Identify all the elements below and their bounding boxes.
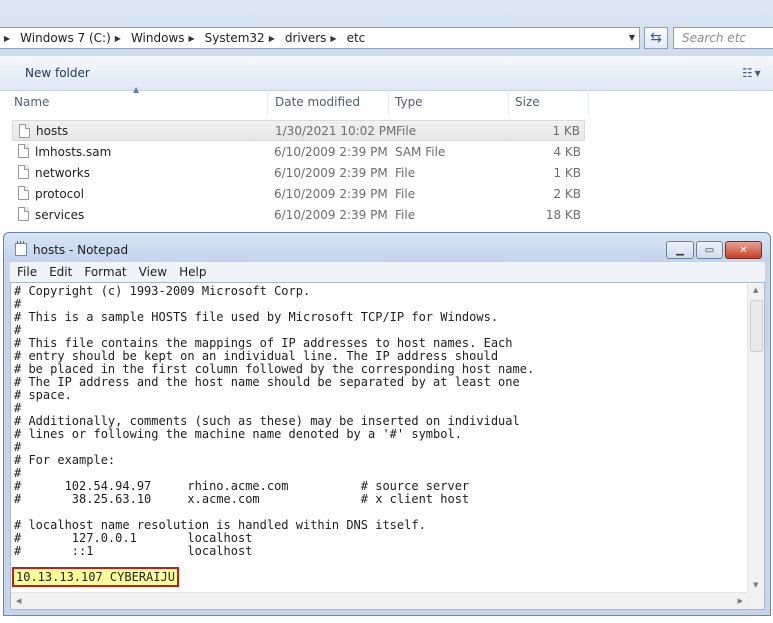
explorer-window: ▶ Windows 7 (C:) ▶ Windows ▶ System32 ▶ dri… bbox=[0, 0, 773, 232]
menu-edit[interactable]: Edit bbox=[43, 265, 78, 279]
breadcrumb-drivers[interactable]: drivers ▶ bbox=[281, 31, 343, 45]
menu-bar: File Edit Format View Help bbox=[10, 262, 765, 282]
file-date: 6/10/2009 2:39 PM bbox=[274, 165, 388, 180]
breadcrumb-chevron-icon[interactable]: ▶ bbox=[185, 34, 201, 43]
text-editor[interactable]: # Copyright (c) 1993-2009 Microsoft Corp… bbox=[10, 282, 765, 610]
notepad-icon bbox=[15, 241, 27, 256]
breadcrumb-windows[interactable]: Windows ▶ bbox=[127, 31, 201, 45]
column-type[interactable]: Type bbox=[389, 90, 509, 114]
column-headers: Name ▲ Date modified Type Size bbox=[0, 85, 773, 114]
scroll-right-icon[interactable]: ▶ bbox=[738, 597, 743, 605]
scroll-down-icon[interactable]: ▼ bbox=[753, 581, 758, 589]
scroll-left-icon[interactable]: ◀ bbox=[16, 597, 21, 605]
minimize-button[interactable]: ▁ bbox=[666, 241, 694, 259]
file-row-services[interactable]: services 6/10/2009 2:39 PM File 18 KB bbox=[12, 204, 585, 225]
scrollbar-corner bbox=[747, 592, 764, 609]
file-name: hosts bbox=[36, 123, 69, 138]
file-icon bbox=[18, 186, 29, 200]
scroll-up-icon[interactable]: ▲ bbox=[753, 286, 758, 294]
file-type: File bbox=[395, 207, 416, 222]
column-name-label: Name bbox=[14, 95, 50, 109]
file-icon bbox=[19, 124, 30, 138]
search-input[interactable]: Search etc bbox=[673, 27, 773, 49]
breadcrumb-chevron-icon[interactable]: ▶ bbox=[265, 34, 281, 43]
column-size[interactable]: Size bbox=[509, 90, 589, 114]
close-button[interactable]: ✕ bbox=[725, 241, 762, 259]
views-icon[interactable]: ☷ ▾ bbox=[742, 66, 761, 80]
file-type: File bbox=[395, 186, 416, 201]
highlighted-host-entry[interactable]: 10.13.13.107 CYBERAIJU bbox=[12, 567, 179, 587]
sort-ascending-icon: ▲ bbox=[133, 85, 140, 94]
close-icon: ✕ bbox=[739, 244, 748, 256]
file-size: 1 KB bbox=[553, 165, 581, 180]
file-row-networks[interactable]: networks 6/10/2009 2:39 PM File 1 KB bbox=[12, 162, 585, 183]
breadcrumb-windows-label[interactable]: Windows bbox=[131, 31, 185, 45]
breadcrumb-drive[interactable]: Windows 7 (C:) ▶ bbox=[16, 31, 127, 45]
breadcrumb-system32[interactable]: System32 ▶ bbox=[201, 31, 281, 45]
notepad-titlebar[interactable]: hosts - Notepad ▁ ▭ ✕ bbox=[4, 233, 770, 261]
horizontal-scrollbar[interactable]: ◀ ▶ bbox=[11, 592, 748, 609]
breadcrumb-system32-label[interactable]: System32 bbox=[205, 31, 265, 45]
menu-view[interactable]: View bbox=[133, 265, 173, 279]
menu-file[interactable]: File bbox=[10, 265, 43, 279]
file-type: File bbox=[395, 165, 416, 180]
refresh-icon: ⇆ bbox=[650, 30, 662, 46]
file-date: 1/30/2021 10:02 PM bbox=[275, 123, 397, 138]
column-date[interactable]: Date modified bbox=[269, 90, 389, 114]
file-name: lmhosts.sam bbox=[35, 144, 112, 159]
file-size: 4 KB bbox=[553, 144, 581, 159]
file-name: networks bbox=[35, 165, 90, 180]
file-size: 2 KB bbox=[553, 186, 581, 201]
chevron-down-icon[interactable]: ▼ bbox=[629, 33, 635, 42]
file-size: 1 KB bbox=[552, 123, 580, 138]
breadcrumb-etc-label[interactable]: etc bbox=[347, 31, 366, 45]
breadcrumb-chevron-icon[interactable]: ▶ bbox=[326, 34, 342, 43]
column-date-label: Date modified bbox=[275, 95, 361, 109]
file-type: File bbox=[396, 123, 417, 138]
minimize-icon: ▁ bbox=[676, 244, 684, 256]
file-name: services bbox=[35, 207, 85, 222]
breadcrumb-chevron-icon[interactable]: ▶ bbox=[111, 34, 127, 43]
file-date: 6/10/2009 2:39 PM bbox=[274, 207, 388, 222]
file-row-hosts[interactable]: hosts 1/30/2021 10:02 PM File 1 KB bbox=[12, 120, 585, 141]
file-date: 6/10/2009 2:39 PM bbox=[274, 186, 388, 201]
file-icon bbox=[18, 144, 29, 158]
breadcrumb-drive-label[interactable]: Windows 7 (C:) bbox=[20, 31, 111, 45]
address-bar[interactable]: ▶ Windows 7 (C:) ▶ Windows ▶ System32 ▶ dri… bbox=[0, 27, 640, 49]
window-title: hosts - Notepad bbox=[33, 243, 129, 257]
file-icon bbox=[18, 207, 29, 221]
maximize-button[interactable]: ▭ bbox=[696, 241, 723, 259]
file-name: protocol bbox=[35, 186, 84, 201]
breadcrumb-etc[interactable]: etc bbox=[343, 31, 366, 45]
explorer-toolbar: New folder ☷ ▾ bbox=[0, 56, 773, 91]
file-row-lmhosts[interactable]: lmhosts.sam 6/10/2009 2:39 PM SAM File 4… bbox=[12, 141, 585, 162]
file-size: 18 KB bbox=[545, 207, 581, 222]
file-type: SAM File bbox=[395, 144, 446, 159]
new-folder-button[interactable]: New folder bbox=[25, 66, 90, 80]
breadcrumb-drivers-label[interactable]: drivers bbox=[285, 31, 327, 45]
file-row-protocol[interactable]: protocol 6/10/2009 2:39 PM File 2 KB bbox=[12, 183, 585, 204]
menu-format[interactable]: Format bbox=[78, 265, 132, 279]
column-type-label: Type bbox=[395, 95, 423, 109]
scroll-thumb[interactable] bbox=[750, 300, 763, 352]
file-icon bbox=[18, 165, 29, 179]
column-size-label: Size bbox=[515, 95, 540, 109]
document-text[interactable]: # Copyright (c) 1993-2009 Microsoft Corp… bbox=[14, 285, 746, 590]
maximize-icon: ▭ bbox=[704, 244, 715, 256]
file-date: 6/10/2009 2:39 PM bbox=[274, 144, 388, 159]
refresh-button[interactable]: ⇆ bbox=[644, 27, 668, 49]
vertical-scrollbar[interactable]: ▲ ▼ bbox=[747, 283, 764, 592]
menu-help[interactable]: Help bbox=[173, 265, 212, 279]
notepad-window: hosts - Notepad ▁ ▭ ✕ File Edit Format V… bbox=[3, 232, 771, 616]
breadcrumb-chevron-icon[interactable]: ▶ bbox=[0, 34, 16, 43]
address-row: ▶ Windows 7 (C:) ▶ Windows ▶ System32 ▶ dri… bbox=[0, 0, 773, 56]
